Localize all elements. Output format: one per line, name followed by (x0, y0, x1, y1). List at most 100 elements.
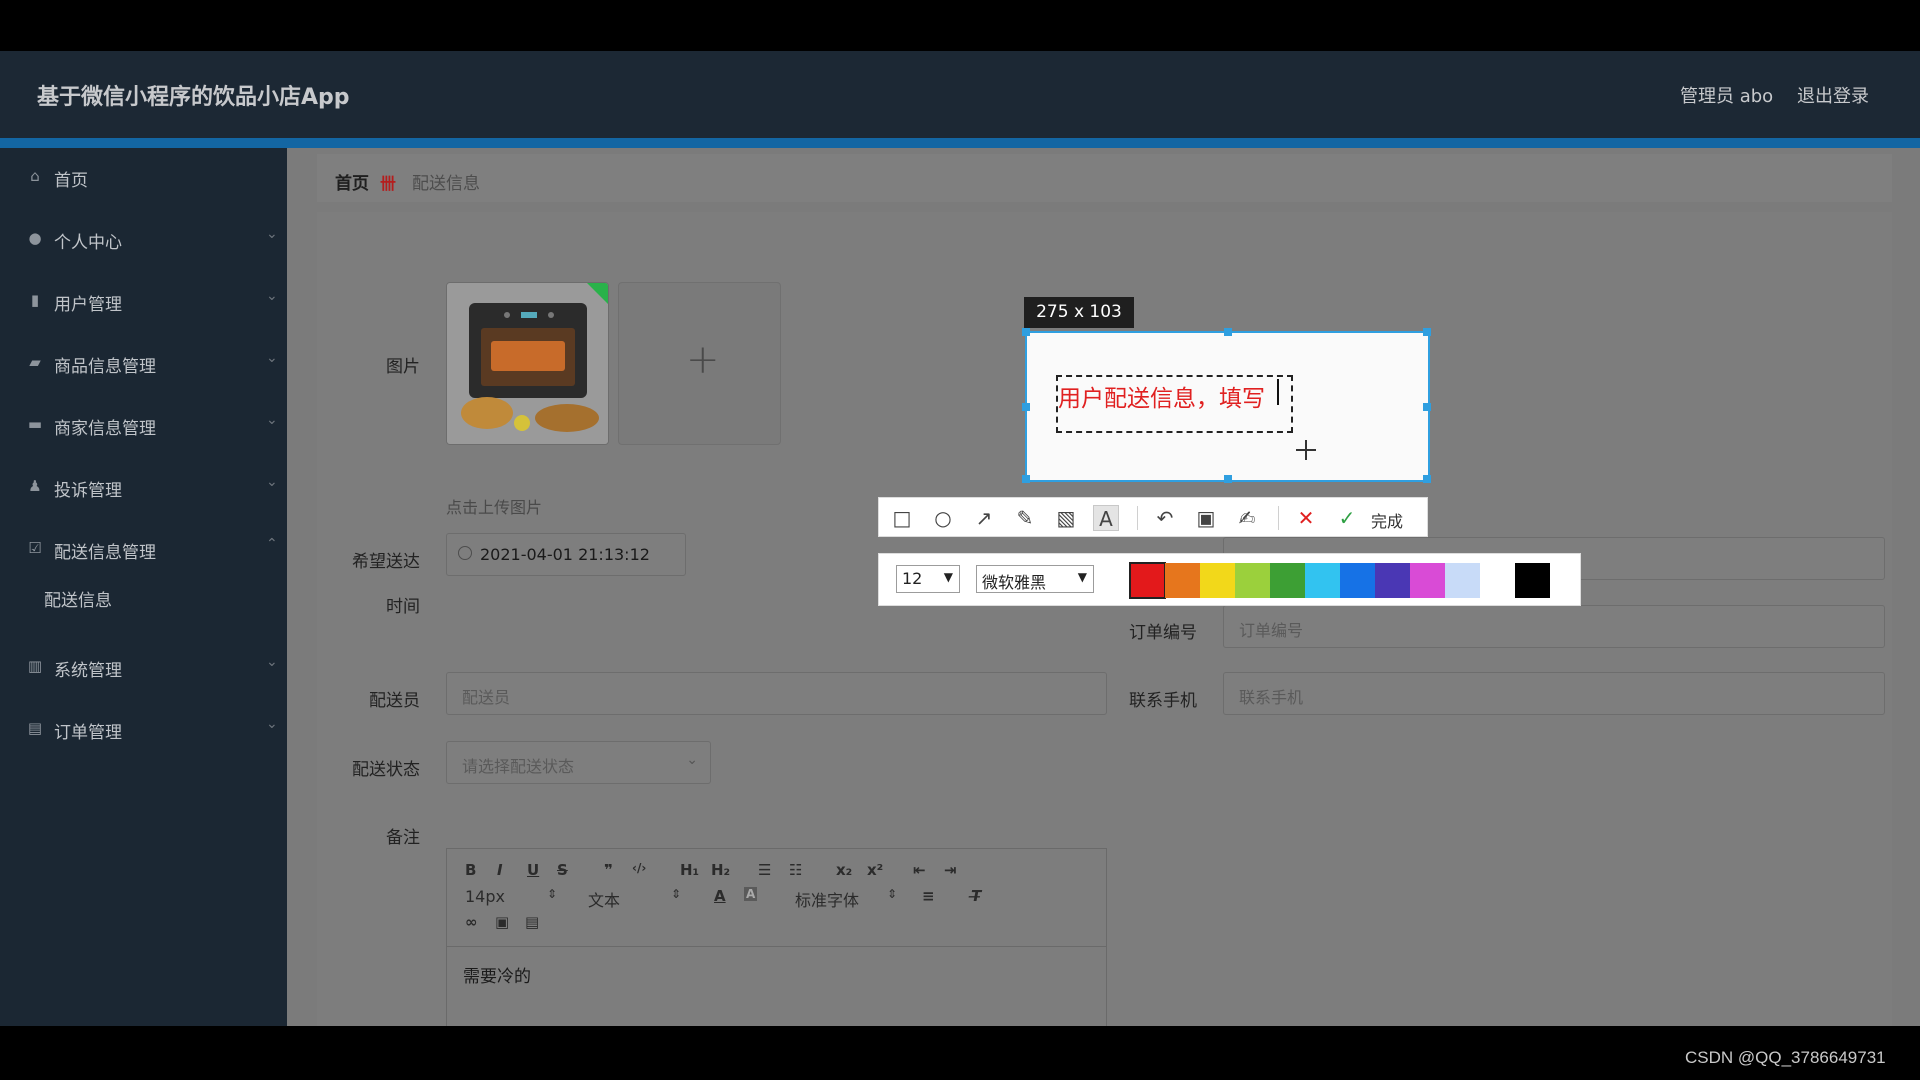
delivery-status-select[interactable]: 请选择配送状态 ⌄ (446, 741, 711, 784)
delivery-time-value: 2021-04-01 21:13:12 (480, 545, 650, 564)
chevron-down-icon: ⌄ (266, 226, 278, 242)
order-number-input[interactable]: 订单编号 (1223, 605, 1885, 648)
sidebar-item-profile[interactable]: ● 个人中心 ⌄ (0, 220, 287, 260)
color-swatch[interactable] (1410, 563, 1445, 598)
resize-handle[interactable] (1022, 475, 1030, 483)
phone-input[interactable]: 联系手机 (1223, 672, 1885, 715)
ellipse-tool-icon[interactable]: ○ (930, 505, 956, 531)
sidebar-item-users[interactable]: ▮ 用户管理 ⌄ (0, 282, 287, 322)
courier-input[interactable]: 配送员 (446, 672, 1107, 715)
courier-placeholder: 配送员 (462, 688, 511, 707)
ordered-list-button[interactable]: ☰ (758, 861, 771, 879)
color-swatch[interactable] (1129, 562, 1166, 599)
save-icon[interactable]: ▣ (1193, 505, 1219, 531)
underline-button[interactable]: U (527, 861, 539, 879)
user-icon: ● (28, 229, 42, 247)
video-icon[interactable]: ▤ (525, 913, 539, 931)
strike-button[interactable]: S (557, 861, 568, 879)
cancel-icon[interactable]: ✕ (1293, 505, 1319, 531)
edit-icon[interactable]: ✍ (1234, 505, 1260, 531)
color-swatch[interactable] (1235, 563, 1270, 598)
sidebar-item-label: 首页 (54, 171, 88, 191)
confirm-check-icon[interactable]: ✓ (1334, 505, 1360, 531)
sidebar-item-home[interactable]: ⌂ 首页 (0, 158, 287, 198)
breadcrumb-home[interactable]: 首页 (335, 169, 369, 194)
color-swatch[interactable] (1480, 563, 1515, 598)
logout-link[interactable]: 退出登录 (1797, 82, 1869, 108)
indent-button[interactable]: ⇥ (944, 861, 957, 879)
font-size-value: 12 (902, 569, 923, 588)
color-swatch[interactable] (1305, 563, 1340, 598)
align-icon[interactable]: ≡ (922, 887, 935, 905)
done-button[interactable]: 完成 (1371, 508, 1403, 532)
code-button[interactable]: ‹/› (632, 861, 646, 875)
color-swatch[interactable] (1270, 563, 1305, 598)
font-family-dropdown[interactable]: 微软雅黑 ▼ (976, 565, 1094, 593)
clear-format-icon[interactable]: T̶ (971, 887, 981, 905)
uploaded-image[interactable] (446, 282, 609, 445)
color-swatch[interactable] (1445, 563, 1480, 598)
color-swatch[interactable] (1200, 563, 1235, 598)
image-icon[interactable]: ▣ (495, 913, 509, 931)
italic-button[interactable]: I (497, 861, 503, 879)
resize-handle[interactable] (1224, 328, 1232, 336)
color-swatch[interactable] (1375, 563, 1410, 598)
text-tool-icon[interactable]: A (1093, 505, 1119, 531)
note-editor[interactable]: B I U S ❞ ‹/› H₁ H₂ ☰ ☷ x₂ x² ⇤ ⇥ 14px ⇕… (446, 848, 1107, 1026)
sidebar-item-orders[interactable]: ▤ 订单管理 ⌄ (0, 710, 287, 750)
font-family-select[interactable]: 标准字体 (795, 887, 859, 911)
text-color-icon[interactable]: A (714, 887, 726, 905)
text-annotation-box[interactable]: 用户配送信息，填写 (1056, 375, 1293, 433)
editor-toolbar: B I U S ❞ ‹/› H₁ H₂ ☰ ☷ x₂ x² ⇤ ⇥ 14px ⇕… (447, 849, 1106, 947)
shop-icon: ▬ (27, 415, 43, 433)
link-icon[interactable]: ∞ (465, 913, 478, 931)
screenshot-selection[interactable]: 用户配送信息，填写 (1022, 328, 1431, 483)
arrow-tool-icon[interactable]: ↗ (971, 505, 997, 531)
breadcrumb: 首页 卌 配送信息 (317, 154, 1892, 202)
superscript-button[interactable]: x² (867, 861, 883, 879)
courier-label: 配送员 (369, 691, 420, 711)
heading2-button[interactable]: H₂ (711, 861, 730, 879)
sidebar-item-complaints[interactable]: ♟ 投诉管理 ⌄ (0, 468, 287, 508)
resize-handle[interactable] (1022, 403, 1030, 411)
subscript-button[interactable]: x₂ (836, 861, 852, 879)
delivery-time-input[interactable]: 2021-04-01 21:13:12 (446, 533, 686, 576)
quote-button[interactable]: ❞ (604, 861, 613, 879)
resize-handle[interactable] (1022, 328, 1030, 336)
color-swatch[interactable] (1515, 563, 1550, 598)
chevron-up-icon: ⌃ (266, 536, 278, 552)
background-color-icon[interactable]: A (744, 887, 758, 901)
font-size-dropdown[interactable]: 12 ▼ (896, 565, 960, 593)
heading1-button[interactable]: H₁ (680, 861, 699, 879)
outdent-button[interactable]: ⇤ (913, 861, 926, 879)
block-format-select[interactable]: 文本 (588, 887, 620, 911)
sidebar-item-goods[interactable]: ▰ 商品信息管理 ⌄ (0, 344, 287, 384)
resize-handle[interactable] (1224, 475, 1232, 483)
sidebar-item-system[interactable]: ▥ 系统管理 ⌄ (0, 648, 287, 688)
add-image-button[interactable]: + (618, 282, 781, 445)
sidebar-item-shops[interactable]: ▬ 商家信息管理 ⌄ (0, 406, 287, 446)
color-swatch[interactable] (1165, 563, 1200, 598)
annotation-text: 用户配送信息，填写 (1058, 386, 1265, 412)
sidebar-item-delivery[interactable]: ☑ 配送信息管理 ⌃ (0, 530, 287, 570)
font-size-select[interactable]: 14px (465, 887, 505, 906)
sidebar-item-label: 配送信息管理 (54, 543, 156, 563)
note-label: 备注 (386, 828, 420, 848)
pen-tool-icon[interactable]: ✎ (1012, 505, 1038, 531)
undo-icon[interactable]: ↶ (1152, 505, 1178, 531)
chevron-down-icon: ⌄ (266, 474, 278, 490)
resize-handle[interactable] (1423, 475, 1431, 483)
bullet-list-button[interactable]: ☷ (789, 861, 802, 879)
sidebar-subitem-delivery-info[interactable]: 配送信息 (44, 586, 112, 611)
resize-handle[interactable] (1423, 328, 1431, 336)
rectangle-tool-icon[interactable]: □ (889, 505, 915, 531)
bold-button[interactable]: B (465, 861, 476, 879)
resize-handle[interactable] (1423, 403, 1431, 411)
top-header: 基于微信小程序的饮品小店App 管理员 abo 退出登录 (0, 51, 1920, 138)
clock-icon (458, 546, 472, 560)
note-content[interactable]: 需要冷的 (463, 962, 531, 987)
order-number-placeholder: 订单编号 (1239, 621, 1304, 640)
color-swatch[interactable] (1340, 563, 1375, 598)
chevron-down-icon: ⌄ (266, 350, 278, 366)
mosaic-tool-icon[interactable]: ▧ (1053, 505, 1079, 531)
